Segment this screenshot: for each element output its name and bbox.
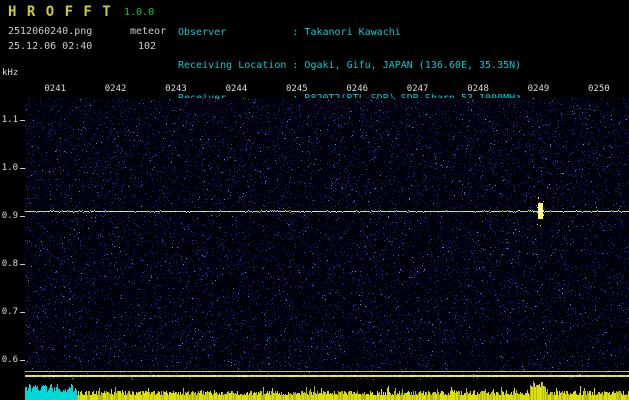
freq-tick-label: 0.6 xyxy=(1,355,18,365)
freq-tick-label: 0.9 xyxy=(1,211,18,221)
info-colon: : xyxy=(292,60,305,71)
info-row-observer: Observer: Takanori Kawachi xyxy=(178,27,521,38)
hrofft-screen: H R O F F T 1.0.0 2512060240.png meteor … xyxy=(0,0,629,400)
y-axis-unit: kHz xyxy=(2,68,19,78)
time-tick-label: 0241 xyxy=(44,84,67,94)
info-row-location: Receiving Location: Ogaki, Gifu, JAPAN (… xyxy=(178,60,521,71)
time-tick-label: 0243 xyxy=(165,84,187,94)
time-tick-label: 0250 xyxy=(588,84,610,94)
time-tick-label: 0242 xyxy=(104,84,127,94)
time-tick-label: 0246 xyxy=(346,84,369,94)
freq-tick-label: 0.8 xyxy=(1,259,18,269)
app-version: 1.0.0 xyxy=(124,7,155,18)
info-value: Ogaki, Gifu, JAPAN (136.60E, 35.35N) xyxy=(304,60,522,71)
time-tick-label: 0244 xyxy=(225,84,248,94)
freq-tick-label: 0.7 xyxy=(1,307,18,317)
info-value: Takanori Kawachi xyxy=(304,27,401,38)
app-logo: H R O F F T xyxy=(8,4,112,20)
time-tick-label: 0245 xyxy=(285,84,308,94)
mode-label: meteor xyxy=(130,26,167,37)
time-tick-label: 0247 xyxy=(406,84,429,94)
info-label: Observer xyxy=(178,27,227,38)
spectrogram-canvas xyxy=(25,98,629,380)
freq-tick-label: 1.1 xyxy=(1,115,18,125)
signal-bars-canvas xyxy=(25,380,629,400)
info-colon: : xyxy=(292,27,305,38)
time-tick-label: 0248 xyxy=(467,84,489,94)
output-filename: 2512060240.png xyxy=(8,26,93,37)
time-tick-label: 0249 xyxy=(527,84,550,94)
time-axis: 0241 0242 0243 0244 0245 0246 0247 0248 … xyxy=(25,84,629,94)
datetime-label: 25.12.06 02:40 xyxy=(8,41,93,52)
info-label: Receiving Location xyxy=(178,60,287,71)
echo-count: 102 xyxy=(138,41,157,52)
freq-tick-label: 1.0 xyxy=(1,163,18,173)
